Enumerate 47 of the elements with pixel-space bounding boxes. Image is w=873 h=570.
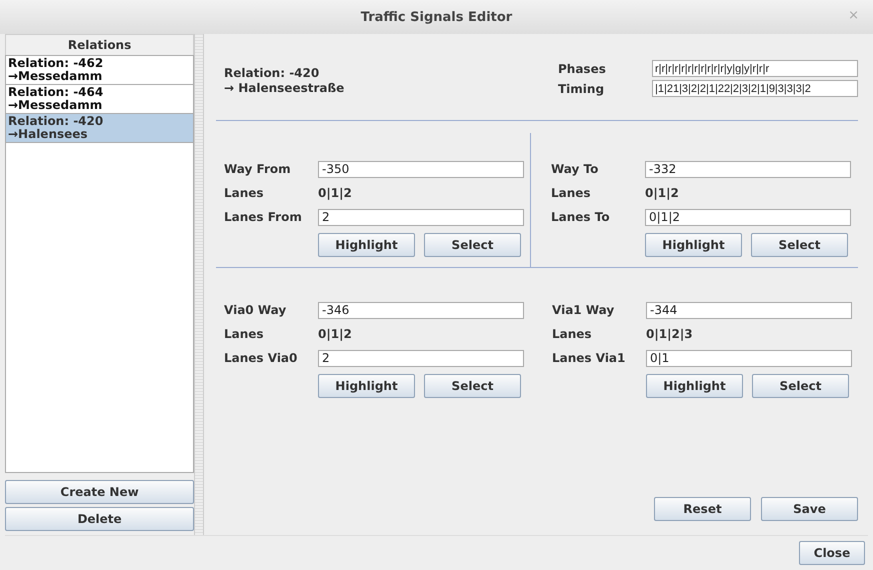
way-button[interactable]: Highlight	[318, 374, 415, 398]
way-label: Way From	[224, 162, 292, 176]
phases-field[interactable]: r|r|r|r|r|r|r|r|r|r|r|y|g|y|r|r|r	[652, 60, 858, 77]
way-button[interactable]: Select	[751, 233, 848, 257]
way-field[interactable]: -332	[645, 160, 851, 178]
list-header: Relations	[5, 34, 194, 55]
way-label: Way To	[551, 162, 600, 176]
way-button[interactable]: Highlight	[318, 233, 415, 257]
lanes-selection-label: Lanes To	[551, 210, 611, 224]
way-button[interactable]: Select	[424, 374, 521, 398]
relation-label: Relation: -420 → Halenseestraße	[224, 66, 344, 97]
lanes-field[interactable]: 0|1	[646, 350, 852, 366]
lanes-field[interactable]: 0|1|2	[645, 208, 851, 226]
way-button[interactable]: Select	[752, 374, 849, 398]
lanes-value: 0|1|2	[318, 327, 352, 341]
lanes-selection-label: Lanes Via0	[224, 351, 298, 365]
action-button[interactable]: Reset	[654, 497, 751, 521]
splitter-handle[interactable]	[194, 34, 204, 535]
way-field[interactable]: -350	[318, 160, 524, 178]
lanes-label: Lanes	[552, 327, 593, 341]
list-button[interactable]: Delete	[5, 507, 194, 531]
way-button[interactable]: Highlight	[645, 233, 742, 257]
timing-field[interactable]: |1|21|3|2|2|1|22|2|3|2|1|9|3|3|3|2	[652, 80, 858, 97]
lanes-label: Lanes	[224, 327, 265, 341]
lanes-field[interactable]: 2	[318, 208, 524, 226]
lanes-value: 0|1|2	[645, 186, 679, 200]
way-button[interactable]: Select	[424, 233, 521, 257]
relation-item[interactable]: Relation: -420 →Halensees	[6, 114, 194, 143]
phases-label: Phases	[558, 62, 607, 76]
close-button[interactable]: Close	[799, 541, 865, 565]
way-label: Via0 Way	[224, 303, 288, 317]
lanes-selection-label: Lanes From	[224, 210, 303, 224]
timing-label: Timing	[558, 82, 606, 96]
relation-item[interactable]: Relation: -462 →Messedamm	[6, 56, 194, 85]
window-title: Traffic Signals Editor	[360, 10, 512, 24]
way-label: Via1 Way	[552, 303, 616, 317]
way-button[interactable]: Highlight	[646, 374, 743, 398]
way-field[interactable]: -346	[318, 302, 524, 318]
list-button[interactable]: Create New	[5, 480, 194, 504]
lanes-selection-label: Lanes Via1	[552, 351, 626, 365]
lanes-field[interactable]: 2	[318, 350, 524, 366]
lanes-label: Lanes	[551, 186, 592, 200]
lanes-value: 0|1|2	[318, 186, 352, 200]
lanes-value: 0|1|2|3	[646, 327, 693, 341]
way-field[interactable]: -344	[646, 302, 852, 318]
action-button[interactable]: Save	[761, 497, 858, 521]
lanes-label: Lanes	[224, 186, 265, 200]
